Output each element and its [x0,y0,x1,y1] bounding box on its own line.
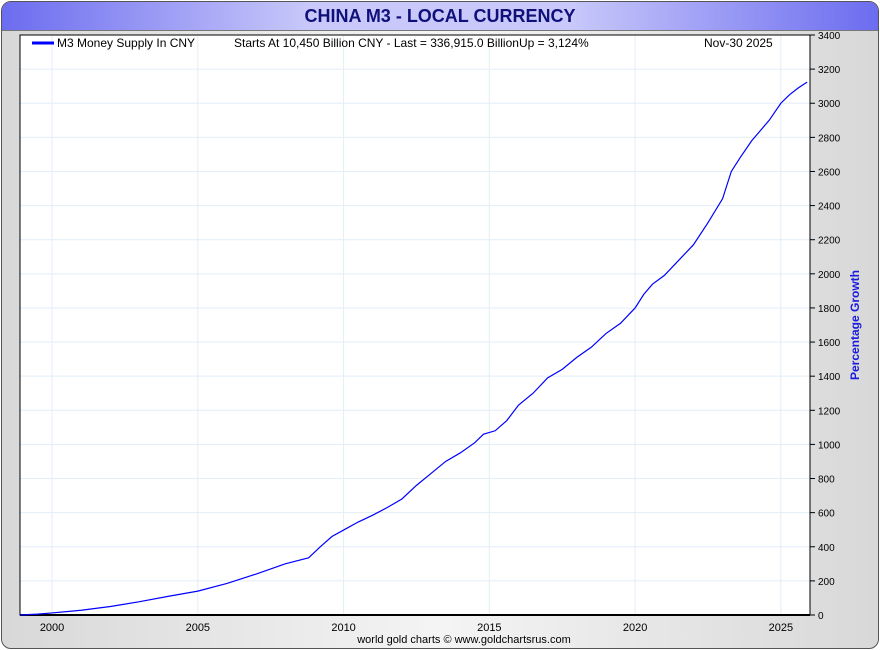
y-tick-label: 1800 [818,304,841,315]
y-tick-label: 3400 [818,31,841,42]
x-tick-label: 2000 [40,622,64,634]
y-tick-label: 0 [818,611,824,622]
chart: 0 200 400 600 800 1000 1200 1400 1600 1800 2000 220… [19,31,862,646]
y-tick-label: 2200 [818,236,841,247]
x-tick-label: 2025 [769,622,793,634]
y-tick-label: 200 [818,577,835,588]
y-tick-label: 600 [818,509,835,520]
x-tick-label: 2010 [331,622,355,634]
y-tick-label: 400 [818,543,835,554]
footer-credit: world gold charts © www.goldchartsrus.co… [356,634,571,646]
y-tick-label: 2000 [818,270,841,281]
plot-area [20,35,810,615]
y-tick-label: 2800 [818,133,841,144]
y-tick-label: 2600 [818,167,841,178]
y-tick-label: 3000 [818,99,841,110]
legend-label: M3 Money Supply In CNY [57,36,195,50]
y-tick-label: 3200 [818,65,841,76]
y-tick-label: 1200 [818,406,841,417]
y-tick-label: 1000 [818,440,841,451]
date-label: Nov-30 2025 [704,36,773,50]
x-tick-label: 2015 [477,622,501,634]
y-tick-label: 2400 [818,202,841,213]
x-tick-label: 2020 [623,622,647,634]
y-axis-label: Percentage Growth [848,270,862,380]
y-tick-label: 800 [818,475,835,486]
y-tick-label: 1400 [818,372,841,383]
y-tick-label: 1600 [818,338,841,349]
annotation: Starts At 10,450 Billion CNY - Last = 33… [234,36,589,50]
x-tick-label: 2005 [186,622,210,634]
